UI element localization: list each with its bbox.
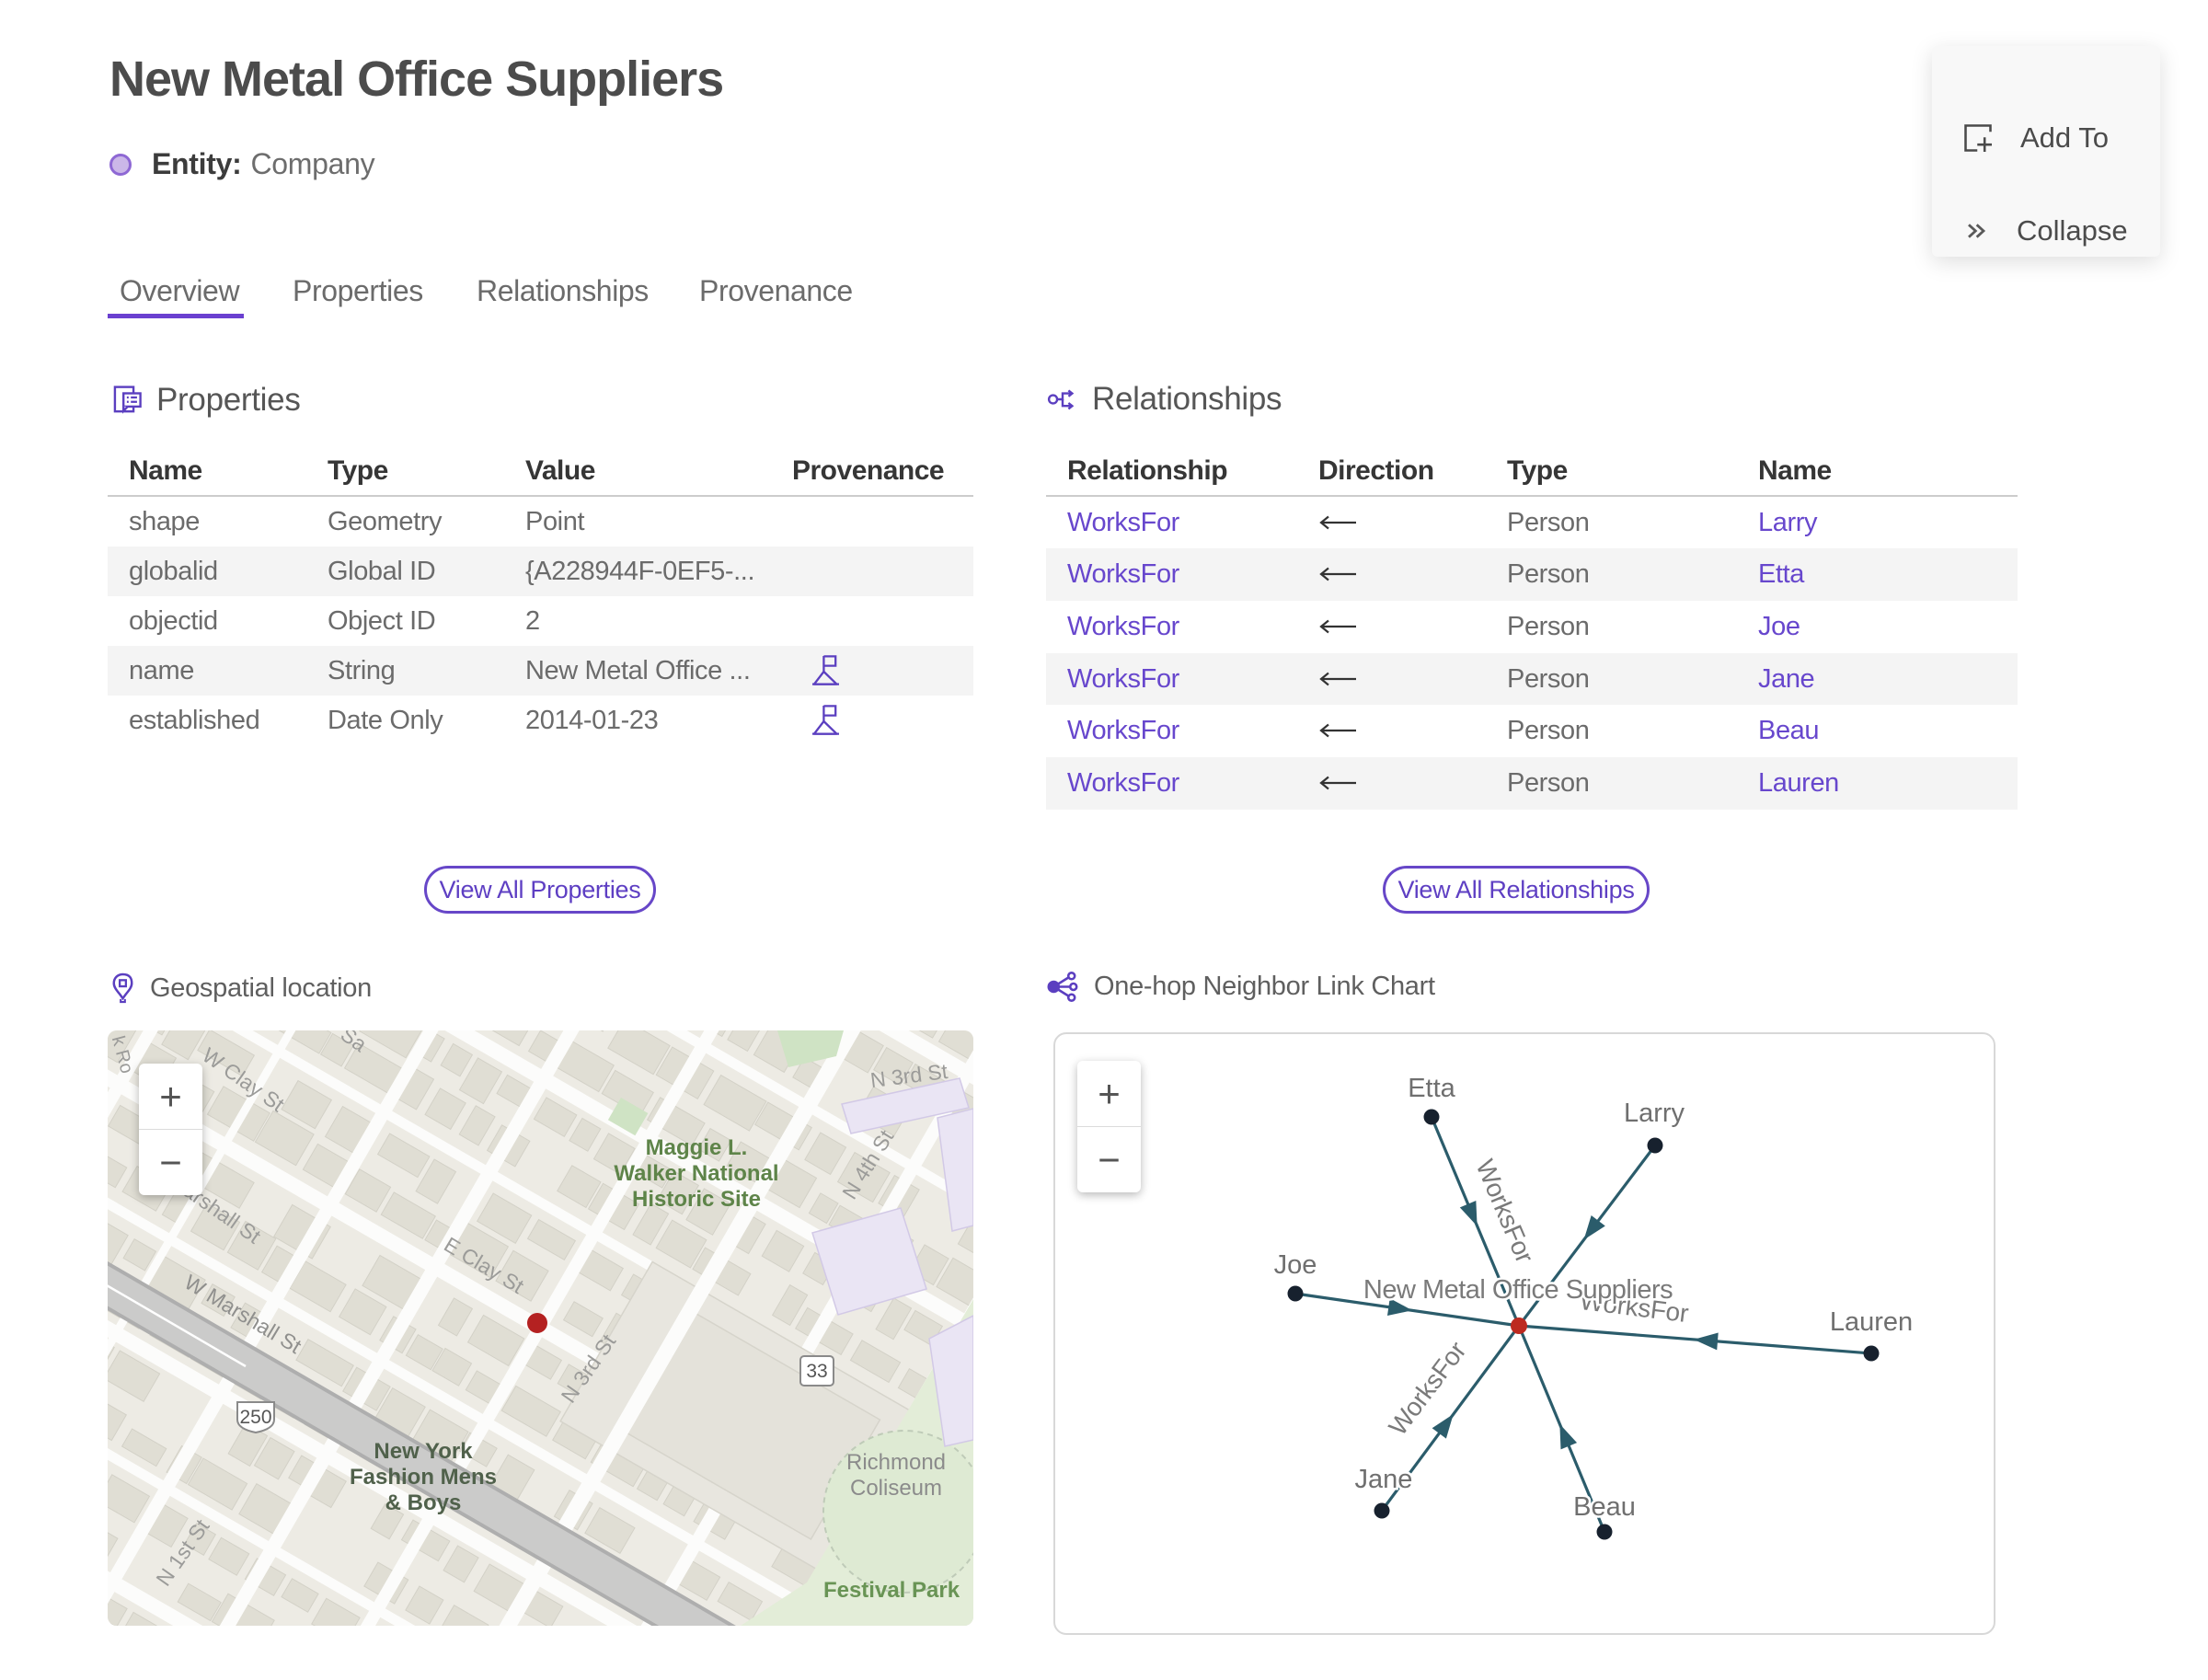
svg-text:Jane: Jane — [1355, 1465, 1413, 1494]
svg-text:Joe: Joe — [1274, 1250, 1317, 1280]
svg-text:WorksFor: WorksFor — [1470, 1156, 1539, 1267]
svg-text:250: 250 — [239, 1407, 271, 1428]
svg-text:Lauren: Lauren — [1830, 1307, 1913, 1337]
svg-text:& Boys: & Boys — [385, 1490, 462, 1515]
svg-text:Coliseum: Coliseum — [850, 1476, 942, 1501]
svg-text:Historic Site: Historic Site — [632, 1187, 761, 1212]
svg-text:Larry: Larry — [1624, 1099, 1685, 1128]
svg-text:Walker National: Walker National — [614, 1161, 778, 1186]
svg-text:New York: New York — [374, 1439, 473, 1464]
svg-text:WorksFor: WorksFor — [1383, 1337, 1471, 1441]
svg-text:Maggie L.: Maggie L. — [646, 1135, 748, 1160]
svg-text:Festival Park: Festival Park — [823, 1578, 960, 1603]
svg-text:Richmond: Richmond — [846, 1450, 946, 1475]
svg-text:Fashion Mens: Fashion Mens — [350, 1465, 497, 1490]
svg-text:Etta: Etta — [1408, 1074, 1455, 1103]
svg-text:33: 33 — [806, 1361, 827, 1382]
svg-text:Beau: Beau — [1573, 1492, 1636, 1522]
svg-text:New Metal Office Suppliers: New Metal Office Suppliers — [1363, 1275, 1673, 1305]
